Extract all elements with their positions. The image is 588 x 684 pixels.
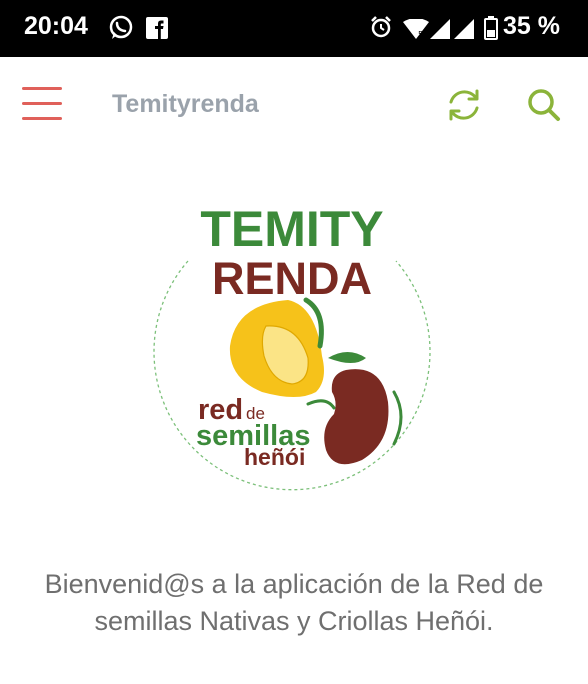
battery-icon — [484, 16, 498, 40]
battery-percentage: 35 % — [503, 12, 560, 40]
search-icon — [528, 89, 560, 121]
logo-henoi-text: heñói — [244, 444, 305, 470]
bean-sprout — [392, 390, 403, 446]
hamburger-menu-button[interactable] — [22, 87, 64, 121]
hamburger-menu-icon-line — [22, 117, 62, 120]
app-title: Temityrenda — [112, 90, 259, 118]
welcome-message: Bienvenid@s a la aplicación de la Red de… — [44, 569, 544, 636]
whatsapp-icon — [109, 15, 133, 39]
alarm-icon — [371, 16, 391, 38]
facebook-icon — [146, 17, 168, 39]
bean-leaf — [328, 352, 366, 363]
hamburger-menu-icon-line — [22, 102, 62, 105]
status-time: 20:04 — [24, 12, 88, 40]
hamburger-menu-icon — [22, 87, 62, 90]
refresh-button[interactable] — [444, 85, 484, 125]
wifi-icon: 5 — [403, 19, 429, 39]
refresh-icon — [449, 89, 479, 121]
app-bar: Temityrenda — [0, 57, 588, 151]
bean-illustration — [324, 369, 389, 465]
search-button[interactable] — [524, 85, 564, 125]
temityrenda-logo: TEMITY RENDA red de semillas heñói — [153, 201, 431, 491]
status-bar: 20:04 5 35 % — [0, 0, 588, 57]
svg-text:5: 5 — [418, 30, 423, 39]
logo-title-line2: RENDA — [212, 253, 372, 304]
sprout-leaf — [306, 399, 336, 410]
logo-title-line1: TEMITY — [200, 201, 383, 257]
signal-icon — [430, 19, 474, 39]
